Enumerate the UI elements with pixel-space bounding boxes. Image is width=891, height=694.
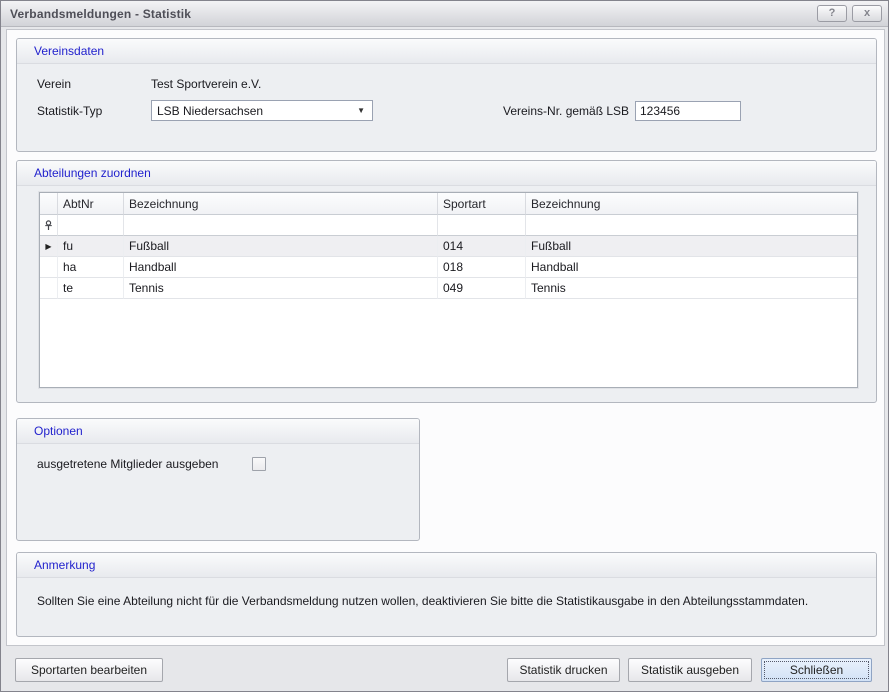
filter-cell-bezeichnung-2[interactable] [526, 215, 857, 236]
group-abteilungen: Abteilungen zuordnen AbtNr Bezeichnung S… [16, 160, 877, 403]
filter-cell-bezeichnung[interactable] [124, 215, 438, 236]
group-optionen-body: ausgetretene Mitglieder ausgeben [17, 444, 419, 539]
table-row[interactable]: haHandball018Handball [40, 257, 857, 278]
cell-bezeichnung[interactable]: Handball [124, 257, 438, 278]
cell-bezeichnung[interactable]: Fußball [124, 236, 438, 257]
cell-abtnr[interactable]: te [58, 278, 124, 299]
ausgetretene-checkbox[interactable] [252, 457, 266, 471]
dialog-content: Vereinsdaten Verein Test Sportverein e.V… [6, 29, 885, 646]
title-bar-buttons: ? x [817, 5, 882, 22]
help-button[interactable]: ? [817, 5, 847, 22]
column-header-abtnr[interactable]: AbtNr [58, 193, 124, 215]
table-row[interactable]: teTennis049Tennis [40, 278, 857, 299]
cell-sportart[interactable]: 018 [438, 257, 526, 278]
group-anmerkung-body: Sollten Sie eine Abteilung nicht für die… [17, 578, 876, 635]
group-vereinsdaten-title: Vereinsdaten [17, 39, 876, 64]
anmerkung-text: Sollten Sie eine Abteilung nicht für die… [37, 594, 808, 608]
cell-abtnr[interactable]: fu [58, 236, 124, 257]
cell-sportart-bezeichnung[interactable]: Handball [526, 257, 857, 278]
group-optionen-title: Optionen [17, 419, 419, 444]
group-vereinsdaten: Vereinsdaten Verein Test Sportverein e.V… [16, 38, 877, 152]
cell-sportart[interactable]: 049 [438, 278, 526, 299]
verein-value: Test Sportverein e.V. [151, 77, 261, 91]
group-optionen: Optionen ausgetretene Mitglieder ausgebe… [16, 418, 420, 541]
schliessen-button[interactable]: Schließen [761, 658, 872, 682]
grid-header-row: AbtNr Bezeichnung Sportart Bezeichnung [40, 193, 857, 215]
statistik-typ-label: Statistik-Typ [37, 104, 102, 118]
group-abteilungen-title: Abteilungen zuordnen [17, 161, 876, 186]
title-bar[interactable]: Verbandsmeldungen - Statistik ? x [1, 1, 888, 27]
row-indicator-icon[interactable]: ▶ [40, 236, 58, 257]
cell-sportart-bezeichnung[interactable]: Fußball [526, 236, 857, 257]
table-row[interactable]: ▶fuFußball014Fußball [40, 236, 857, 257]
cell-bezeichnung[interactable]: Tennis [124, 278, 438, 299]
cell-abtnr[interactable]: ha [58, 257, 124, 278]
group-abteilungen-body: AbtNr Bezeichnung Sportart Bezeichnung [17, 186, 876, 401]
grid-header-indicator-cell [40, 193, 58, 215]
group-anmerkung-title: Anmerkung [17, 553, 876, 578]
ausgetretene-checkbox-label: ausgetretene Mitglieder ausgeben [37, 457, 218, 471]
verein-label: Verein [37, 77, 71, 91]
column-header-sportart[interactable]: Sportart [438, 193, 526, 215]
statistik-typ-select[interactable]: LSB Niedersachsen ▼ [151, 100, 373, 121]
statistik-drucken-button[interactable]: Statistik drucken [507, 658, 620, 682]
filter-cell-sportart[interactable] [438, 215, 526, 236]
window-title: Verbandsmeldungen - Statistik [10, 7, 191, 21]
dialog-window: Verbandsmeldungen - Statistik ? x Verein… [0, 0, 889, 692]
statistik-ausgeben-button[interactable]: Statistik ausgeben [628, 658, 752, 682]
close-button[interactable]: x [852, 5, 882, 22]
group-vereinsdaten-body: Verein Test Sportverein e.V. Statistik-T… [17, 64, 876, 150]
grid-rows: ▶fuFußball014FußballhaHandball018Handbal… [40, 236, 857, 299]
column-header-bezeichnung[interactable]: Bezeichnung [124, 193, 438, 215]
group-anmerkung: Anmerkung Sollten Sie eine Abteilung nic… [16, 552, 877, 637]
sportarten-bearbeiten-button[interactable]: Sportarten bearbeiten [15, 658, 163, 682]
vereins-nr-input[interactable] [635, 101, 741, 121]
grid-filter-row [40, 215, 857, 236]
chevron-down-icon[interactable]: ▼ [357, 106, 372, 115]
row-indicator-cell[interactable] [40, 278, 58, 299]
row-indicator-cell[interactable] [40, 257, 58, 278]
cell-sportart-bezeichnung[interactable]: Tennis [526, 278, 857, 299]
cell-sportart[interactable]: 014 [438, 236, 526, 257]
filter-cell-abtnr[interactable] [58, 215, 124, 236]
statistik-typ-selected-value: LSB Niedersachsen [157, 104, 263, 118]
filter-pin-icon [40, 215, 58, 236]
vereins-nr-label: Vereins-Nr. gemäß LSB [503, 104, 629, 118]
column-header-bezeichnung-2[interactable]: Bezeichnung [526, 193, 857, 215]
abteilungen-grid: AbtNr Bezeichnung Sportart Bezeichnung [39, 192, 858, 388]
